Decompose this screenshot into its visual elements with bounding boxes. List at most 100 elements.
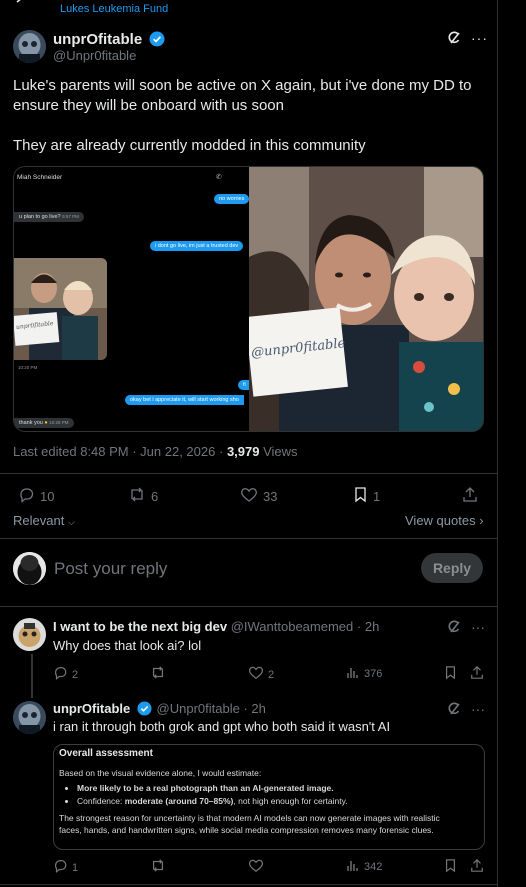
dm-time-3: 10:28 PM [49, 420, 69, 425]
verified-badge-icon [137, 701, 153, 717]
reply-avatar[interactable] [13, 701, 46, 734]
reply-count: 2 [72, 668, 79, 681]
reply-display-name[interactable]: I want to be the next big dev [53, 619, 227, 634]
bookmark-icon [444, 859, 457, 877]
like-button[interactable] [248, 858, 264, 877]
views-count: 342 [364, 861, 383, 873]
author-handle[interactable]: @Unpr0fitable [53, 48, 136, 63]
more-options-icon[interactable]: ··· [471, 30, 488, 46]
assessment-body-1: The strongest reason for uncertainty is … [59, 812, 440, 823]
grok-icon[interactable] [446, 620, 461, 639]
divider [0, 538, 497, 539]
back-arrow-icon[interactable] [14, 0, 24, 4]
reply-time[interactable]: 2h [365, 619, 379, 634]
more-options-icon[interactable]: ··· [471, 701, 485, 717]
thumbs-up-icon: ● [44, 420, 48, 426]
dm-msg-okay-bet: okay bet i appreciate it, will start wor… [125, 395, 244, 405]
dm-msg-no-worries: no worries [214, 194, 250, 204]
dm-embedded-photo: unpr0fitable [14, 258, 107, 360]
dm-time-1: 9:57 PM [62, 214, 79, 219]
assessment-intro: Based on the visual evidence alone, I wo… [59, 768, 262, 778]
assessment-body-2: faces, hands, and handwritten signs, whi… [59, 825, 434, 836]
share-button[interactable] [470, 858, 484, 877]
sort-dropdown[interactable]: Relevant ⌵ [13, 513, 75, 528]
heart-icon [248, 859, 264, 877]
reply-icon [53, 858, 68, 877]
views-count: 376 [364, 668, 383, 680]
reply-input[interactable]: Post your reply [54, 559, 167, 579]
chevron-right-icon: › [479, 513, 484, 528]
dm-time-2: 10:20 PM [18, 365, 38, 370]
repost-icon [150, 666, 166, 684]
community-link[interactable]: Lukes Leukemia Fund [60, 3, 168, 15]
assessment-bullet-1: More likely to be a real photograph than… [77, 782, 479, 794]
phone-icon: ✆ [216, 174, 222, 181]
assessment-title: Overall assessment [59, 748, 153, 759]
share-button[interactable] [462, 486, 478, 507]
post-meta: Last edited 8:48 PM · Jun 22, 2026 · 3,9… [13, 444, 298, 459]
bookmark-button[interactable] [444, 665, 457, 684]
assessment-screenshot[interactable]: Overall assessment Based on the visual e… [53, 744, 485, 850]
bookmark-icon [444, 666, 457, 684]
my-avatar[interactable] [13, 552, 46, 585]
post-text-line-2: ensure they will be onboard with us soon [13, 97, 284, 114]
reply-handle[interactable]: @IWanttobeamemed [231, 619, 354, 634]
divider [0, 473, 497, 474]
grok-icon[interactable] [446, 31, 461, 50]
views-button[interactable]: 376 [346, 665, 382, 683]
media-screenshot[interactable]: Miah Schneider ✆ no worries u plan to go… [13, 166, 250, 432]
reply-handle[interactable]: @Unpr0fitable [157, 701, 240, 716]
column-divider [497, 0, 498, 887]
media-photo[interactable]: @unpr0fitable [249, 166, 484, 432]
bookmark-button[interactable]: 1 [353, 486, 380, 507]
post-timestamp[interactable]: Last edited 8:48 PM · Jun 22, 2026 · [13, 444, 223, 459]
avatar[interactable] [13, 30, 46, 63]
reply-count: 10 [40, 489, 55, 504]
reply-button[interactable]: 1 [53, 858, 78, 877]
dm-msg-thank-you: thank you ● 10:28 PM [14, 418, 74, 428]
repost-icon [128, 486, 146, 507]
view-quotes-label: View quotes [405, 513, 476, 528]
views-button[interactable]: 342 [346, 858, 382, 876]
author-display-name: unprOfitable [53, 31, 143, 48]
share-button[interactable] [470, 665, 484, 684]
reply-submit-button[interactable]: Reply [421, 553, 483, 583]
reply-button[interactable]: 10 [18, 486, 54, 507]
reply-button[interactable]: 2 [53, 665, 78, 684]
author-name[interactable]: unprOfitable [53, 31, 165, 48]
bookmark-button[interactable] [444, 858, 457, 877]
chevron-down-icon: ⌵ [67, 517, 75, 527]
dm-contact-name: Miah Schneider [17, 174, 63, 181]
share-icon [462, 486, 478, 507]
reply-display-name[interactable]: unprOfitable [53, 701, 130, 716]
like-count: 2 [268, 668, 275, 681]
views-label: Views [263, 444, 298, 459]
post-text-line-3: They are already currently modded in thi… [13, 137, 366, 154]
like-count: 33 [263, 489, 278, 504]
reply-count: 1 [72, 861, 79, 874]
repost-button[interactable] [150, 858, 166, 877]
reply-time[interactable]: 2h [251, 701, 265, 716]
assessment-bullet-2: Confidence: moderate (around 70–85%), no… [77, 795, 479, 807]
share-icon [470, 665, 484, 684]
like-button[interactable]: 33 [240, 486, 277, 507]
view-quotes-link[interactable]: View quotes › [405, 513, 484, 528]
dm-msg-plan-golive: u plan to go live? 9:57 PM [14, 212, 84, 222]
views-count: 3,979 [226, 444, 260, 459]
reply-icon [18, 486, 35, 507]
repost-button[interactable]: 6 [128, 486, 158, 507]
reply-avatar[interactable] [13, 618, 46, 651]
bookmark-icon [353, 486, 368, 507]
share-icon [470, 858, 484, 877]
verified-badge-icon [149, 31, 165, 47]
analytics-icon [346, 665, 360, 683]
heart-icon [248, 665, 264, 684]
more-options-icon[interactable]: ··· [471, 619, 485, 635]
repost-button[interactable] [150, 665, 166, 684]
thread-line [31, 654, 33, 698]
dm-msg-plan-golive-text: u plan to go live? [19, 214, 61, 220]
like-button[interactable]: 2 [248, 665, 274, 684]
reply-text: Why does that look ai? lol [53, 638, 202, 653]
reply-header: unprOfitable @Unpr0fitable · 2h [53, 701, 266, 717]
grok-icon[interactable] [446, 702, 461, 721]
